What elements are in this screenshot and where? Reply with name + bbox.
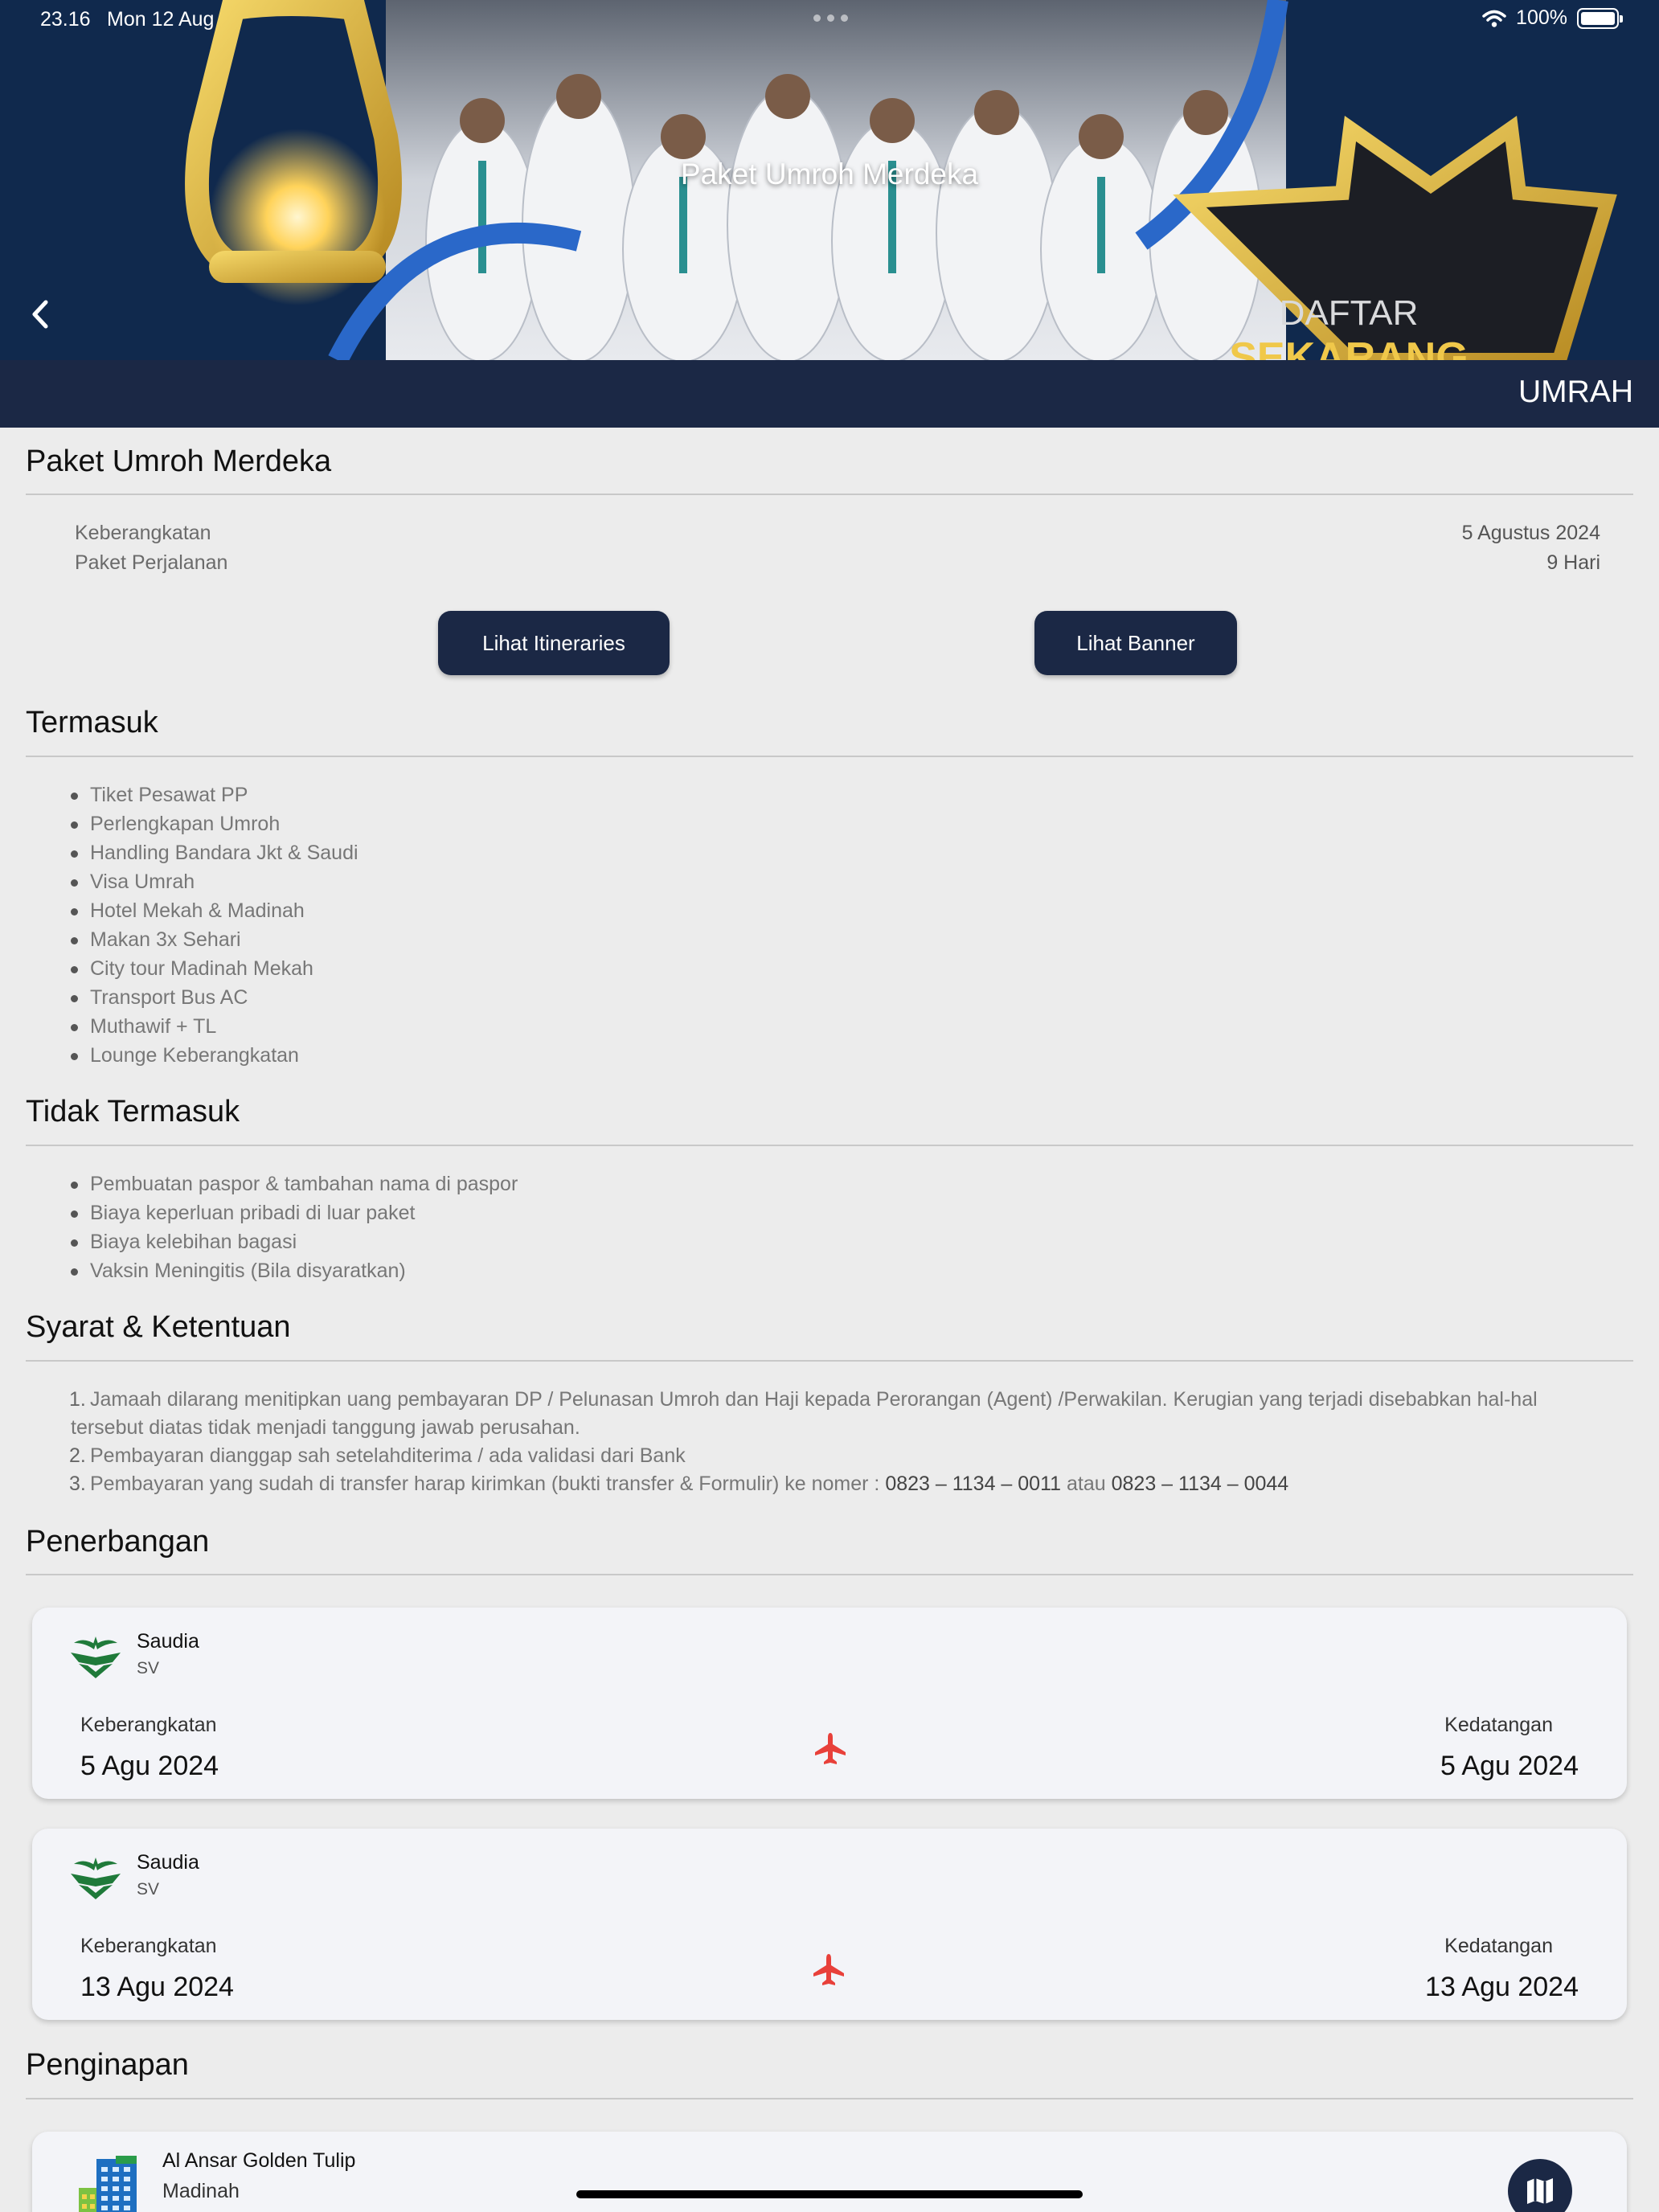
included-title: Termasuk xyxy=(26,706,158,739)
list-item: Pembuatan paspor & tambahan nama di pasp… xyxy=(71,1169,518,1198)
airline-code: SV xyxy=(137,1880,160,1899)
divider xyxy=(26,756,1633,757)
plane-icon xyxy=(815,1733,846,1764)
map-button[interactable] xyxy=(1508,2159,1572,2212)
list-item: Hotel Mekah & Madinah xyxy=(71,896,358,925)
saudia-logo-icon xyxy=(71,1636,121,1678)
departure-label: Keberangkatan xyxy=(75,522,211,544)
chevron-left-icon xyxy=(32,300,48,329)
battery-icon xyxy=(1577,7,1623,29)
list-item: Vaksin Meningitis (Bila disyaratkan) xyxy=(71,1256,518,1285)
list-item: Biaya kelebihan bagasi xyxy=(71,1227,518,1256)
divider xyxy=(26,1145,1633,1146)
status-date: Mon 12 Aug xyxy=(107,8,215,31)
flight-card[interactable]: Saudia SV Keberangkatan 5 Agu 2024 Kedat… xyxy=(32,1608,1627,1799)
battery-percent: 100% xyxy=(1516,6,1567,29)
airline-name: Saudia xyxy=(137,1630,199,1653)
list-item: Biaya keperluan pribadi di luar paket xyxy=(71,1198,518,1227)
terms-item-text: Jamaah dilarang menitipkan uang pembayar… xyxy=(90,1388,1538,1411)
departure-date: 5 Agu 2024 xyxy=(80,1751,219,1781)
terms-title: Syarat & Ketentuan xyxy=(26,1310,291,1344)
back-button[interactable] xyxy=(23,294,58,334)
arrival-date: 5 Agu 2024 xyxy=(1440,1751,1579,1781)
saudia-logo-icon xyxy=(71,1858,121,1899)
terms-item-continuation: tersebut diatas tidak menjadi tanggung j… xyxy=(71,1414,1630,1442)
duration-value: 9 Hari xyxy=(1546,551,1600,574)
hotel-card[interactable]: Al Ansar Golden Tulip Madinah xyxy=(32,2132,1627,2212)
status-right: 100% xyxy=(1482,6,1623,30)
list-item: Perlengkapan Umroh xyxy=(71,809,358,838)
terms-item: 3. Pembayaran yang sudah di transfer har… xyxy=(69,1473,1289,1495)
airline-code: SV xyxy=(137,1659,160,1677)
divider xyxy=(26,1360,1633,1362)
list-item: Visa Umrah xyxy=(71,867,358,896)
flight-card[interactable]: Saudia SV Keberangkatan 13 Agu 2024 Keda… xyxy=(32,1829,1627,2020)
terms-item-text: atau xyxy=(1067,1473,1106,1495)
terms-item: 1. Jamaah dilarang menitipkan uang pemba… xyxy=(69,1388,1538,1411)
list-item: Handling Bandara Jkt & Saudi xyxy=(71,838,358,867)
flights-title: Penerbangan xyxy=(26,1525,210,1559)
list-item: Makan 3x Sehari xyxy=(71,925,358,954)
terms-item-text: Pembayaran yang sudah di transfer harap … xyxy=(90,1473,880,1495)
divider xyxy=(26,494,1633,495)
list-item: Lounge Keberangkatan xyxy=(71,1041,358,1070)
lodging-title: Penginapan xyxy=(26,2048,189,2082)
terms-item-text: tersebut diatas tidak menjadi tanggung j… xyxy=(71,1416,580,1439)
list-item: Transport Bus AC xyxy=(71,983,358,1012)
view-itineraries-button[interactable]: Lihat Itineraries xyxy=(438,611,670,675)
phone-number: 0823 – 1134 – 0044 xyxy=(1111,1473,1289,1495)
terms-item-text: Pembayaran dianggap sah setelahditerima … xyxy=(90,1444,686,1467)
category-label: UMRAH xyxy=(1518,375,1633,409)
status-bar: 23.16 Mon 12 Aug 100% xyxy=(0,0,1659,39)
hotel-city: Madinah xyxy=(162,2180,240,2202)
excluded-title: Tidak Termasuk xyxy=(26,1095,240,1129)
excluded-list: Pembuatan paspor & tambahan nama di pasp… xyxy=(71,1169,518,1285)
view-banner-button[interactable]: Lihat Banner xyxy=(1034,611,1237,675)
banner-image-text-2: SEKARANG xyxy=(1229,334,1469,360)
multitasking-dots[interactable] xyxy=(813,14,848,22)
status-time: 23.16 xyxy=(40,8,91,31)
map-icon xyxy=(1527,2178,1553,2204)
departure-date: 13 Agu 2024 xyxy=(80,1972,234,2002)
list-item: City tour Madinah Mekah xyxy=(71,954,358,983)
arrival-label: Kedatangan xyxy=(1444,1935,1553,1957)
departure-label: Keberangkatan xyxy=(80,1935,217,1957)
phone-number: 0823 – 1134 – 0011 xyxy=(885,1473,1062,1495)
package-banner: DAFTAR SEKARANG 23.16 Mon 12 Aug 100% Pa… xyxy=(0,0,1659,360)
terms-list: 1. Jamaah dilarang menitipkan uang pemba… xyxy=(69,1386,1630,1498)
home-indicator[interactable] xyxy=(576,2190,1083,2198)
arrival-label: Kedatangan xyxy=(1444,1714,1553,1736)
hotel-name: Al Ansar Golden Tulip xyxy=(162,2149,356,2172)
plane-icon xyxy=(813,1954,844,1985)
package-title: Paket Umroh Merdeka xyxy=(26,444,332,478)
list-item: Tiket Pesawat PP xyxy=(71,780,358,809)
divider xyxy=(26,1574,1633,1575)
list-item: Muthawif + TL xyxy=(71,1012,358,1041)
category-strip: UMRAH xyxy=(0,360,1659,428)
terms-item: 2. Pembayaran dianggap sah setelahditeri… xyxy=(69,1444,686,1467)
included-list: Tiket Pesawat PP Perlengkapan Umroh Hand… xyxy=(71,780,358,1070)
banner-title: Paket Umroh Merdeka xyxy=(680,158,979,190)
banner-image-text-1: DAFTAR xyxy=(1280,293,1419,333)
airline-name: Saudia xyxy=(137,1851,199,1874)
departure-label: Keberangkatan xyxy=(80,1714,217,1736)
departure-value: 5 Agustus 2024 xyxy=(1461,522,1600,544)
hotel-building-icon xyxy=(79,2156,137,2212)
arrival-date: 13 Agu 2024 xyxy=(1425,1972,1579,2002)
wifi-icon xyxy=(1482,10,1506,27)
divider xyxy=(26,2098,1633,2099)
duration-label: Paket Perjalanan xyxy=(75,551,228,574)
